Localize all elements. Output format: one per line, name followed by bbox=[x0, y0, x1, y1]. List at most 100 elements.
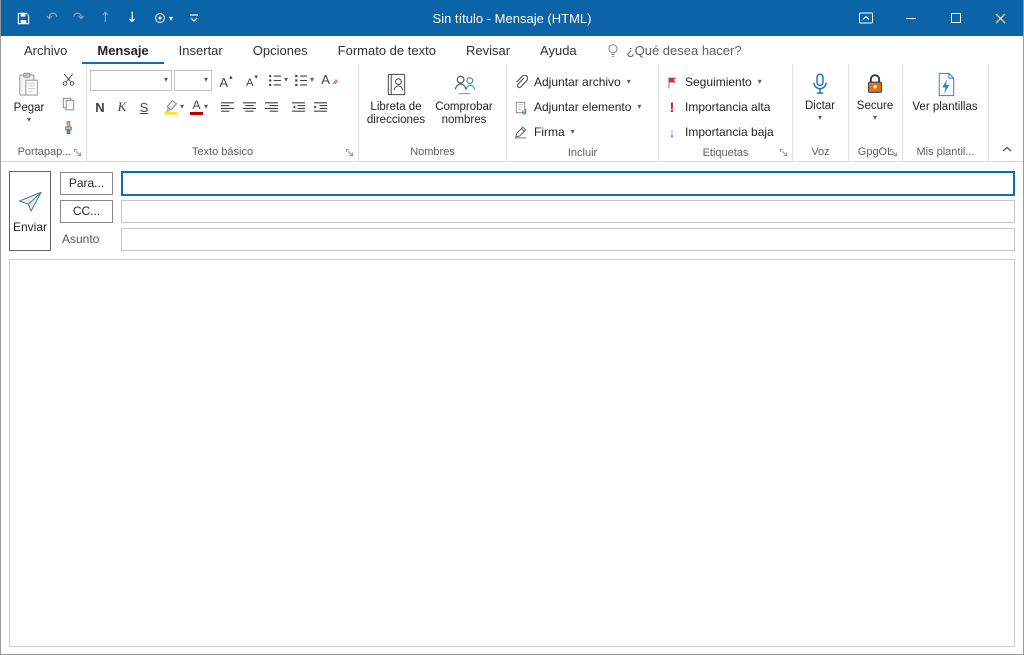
clear-formatting-icon: A bbox=[321, 72, 330, 87]
address-fields: Para... CC... Asunto bbox=[60, 170, 1015, 251]
dropdown-caret: ▾ bbox=[757, 77, 762, 86]
clear-formatting-button[interactable]: A bbox=[318, 69, 342, 91]
highlight-color-button[interactable]: ▾ bbox=[161, 96, 186, 118]
template-bolt-icon bbox=[932, 71, 959, 98]
send-button[interactable]: Enviar bbox=[9, 171, 51, 251]
customize-toolbar-icon[interactable] bbox=[188, 6, 200, 30]
dropdown-caret: ▾ bbox=[204, 102, 209, 111]
attach-file-button[interactable]: Adjuntar archivo ▾ bbox=[510, 70, 644, 94]
dropdown-caret: ▾ bbox=[817, 113, 822, 122]
ribbon-group-clipboard: Pegar ▾ Portapap... bbox=[3, 64, 87, 161]
cut-button[interactable] bbox=[56, 68, 80, 90]
to-field[interactable] bbox=[121, 170, 1015, 196]
shrink-font-button[interactable]: A ▾ bbox=[240, 69, 264, 91]
paperclip-icon bbox=[513, 74, 528, 90]
underline-button[interactable]: S bbox=[134, 96, 154, 118]
align-center-button[interactable] bbox=[239, 96, 259, 118]
attach-item-button[interactable]: Adjuntar elemento ▾ bbox=[510, 95, 644, 119]
address-book-button[interactable]: Libreta de direcciones bbox=[362, 66, 430, 142]
maximize-button[interactable] bbox=[933, 0, 978, 36]
message-body[interactable] bbox=[9, 259, 1015, 647]
ribbon-display-options-icon[interactable] bbox=[843, 0, 888, 36]
grow-font-button[interactable]: A ▴ bbox=[214, 69, 238, 91]
dictate-button[interactable]: Dictar ▾ bbox=[796, 66, 844, 142]
highlight-icon bbox=[164, 100, 178, 115]
tell-me-box[interactable]: ¿Qué desea hacer? bbox=[606, 36, 742, 64]
tab-formato-de-texto[interactable]: Formato de texto bbox=[323, 36, 451, 64]
secure-label: Secure bbox=[856, 100, 894, 112]
dropdown-caret: ▾ bbox=[163, 75, 168, 84]
font-color-icon: A bbox=[190, 99, 204, 115]
dialog-launcher-icon[interactable] bbox=[779, 148, 788, 157]
tab-opciones[interactable]: Opciones bbox=[238, 36, 323, 64]
dropdown-caret: ▾ bbox=[570, 127, 575, 136]
lock-icon bbox=[862, 71, 888, 97]
ribbon-tail bbox=[989, 64, 1023, 161]
tab-revisar[interactable]: Revisar bbox=[451, 36, 525, 64]
align-left-button[interactable] bbox=[217, 96, 237, 118]
ribbon-group-gpgol: Secure ▾ GpgOL bbox=[849, 64, 903, 161]
ribbon-group-templates: Ver plantillas Mis plantil... bbox=[903, 64, 989, 161]
quick-access-toolbar: ↶ ↷ ↑ ↓ ▾ bbox=[1, 6, 200, 30]
signature-button[interactable]: Firma ▾ bbox=[510, 120, 644, 144]
format-painter-button[interactable] bbox=[56, 116, 80, 138]
low-importance-icon: ↓ bbox=[668, 124, 676, 140]
check-names-button[interactable]: Comprobar nombres bbox=[430, 66, 498, 142]
compose-header: Enviar Para... CC... Asunto bbox=[1, 162, 1023, 255]
tab-archivo[interactable]: Archivo bbox=[9, 36, 82, 64]
move-up-icon[interactable]: ↑ bbox=[99, 6, 111, 30]
shrink-font-icon: A bbox=[246, 76, 254, 89]
font-color-button[interactable]: A ▾ bbox=[188, 96, 210, 118]
group-label-tags: Etiquetas bbox=[702, 146, 749, 159]
tab-insertar[interactable]: Insertar bbox=[164, 36, 238, 64]
decrease-indent-button[interactable] bbox=[288, 96, 308, 118]
ribbon-group-voice: Dictar ▾ Voz bbox=[793, 64, 849, 161]
move-down-icon[interactable]: ↓ bbox=[126, 6, 138, 30]
dropdown-caret: ▾ bbox=[284, 75, 289, 84]
font-name-combobox[interactable]: ▾ bbox=[90, 69, 172, 91]
attach-item-label: Adjuntar elemento bbox=[534, 100, 632, 114]
touch-mode-icon[interactable]: ▾ bbox=[153, 6, 173, 30]
save-icon[interactable] bbox=[16, 6, 31, 30]
dialog-launcher-icon[interactable] bbox=[345, 148, 354, 157]
group-label-names: Nombres bbox=[410, 146, 455, 158]
dialog-launcher-icon[interactable] bbox=[73, 148, 82, 157]
increase-indent-button[interactable] bbox=[310, 96, 330, 118]
tab-ayuda[interactable]: Ayuda bbox=[525, 36, 592, 64]
bullets-button[interactable]: ▾ bbox=[266, 69, 290, 91]
cc-button[interactable]: CC... bbox=[60, 199, 113, 223]
send-plane-icon bbox=[17, 188, 44, 215]
numbering-button[interactable]: ▾ bbox=[292, 69, 316, 91]
close-button[interactable] bbox=[978, 0, 1023, 36]
font-size-combobox[interactable]: ▾ bbox=[174, 69, 212, 91]
dropdown-caret: ▾ bbox=[203, 75, 208, 84]
tab-mensaje[interactable]: Mensaje bbox=[82, 36, 163, 64]
paste-button[interactable]: Pegar ▾ bbox=[6, 66, 52, 142]
tell-me-label: ¿Qué desea hacer? bbox=[626, 42, 742, 58]
copy-button[interactable] bbox=[56, 92, 80, 114]
check-names-label: Comprobar nombres bbox=[435, 101, 493, 126]
secure-button[interactable]: Secure ▾ bbox=[852, 66, 898, 142]
bold-button[interactable]: N bbox=[90, 96, 110, 118]
align-right-button[interactable] bbox=[261, 96, 281, 118]
high-importance-button[interactable]: ! Importancia alta bbox=[662, 95, 777, 119]
ribbon-group-include: Adjuntar archivo ▾ Adjuntar elemento ▾ F… bbox=[507, 64, 659, 161]
signature-icon bbox=[513, 125, 528, 140]
attach-file-label: Adjuntar archivo bbox=[534, 75, 621, 89]
view-templates-button[interactable]: Ver plantillas bbox=[906, 66, 984, 142]
to-button[interactable]: Para... bbox=[60, 171, 113, 195]
dropdown-caret: ▾ bbox=[872, 113, 877, 122]
paste-label: Pegar bbox=[13, 102, 45, 114]
dialog-launcher-icon[interactable] bbox=[889, 148, 898, 157]
low-importance-button[interactable]: ↓ Importancia baja bbox=[662, 120, 777, 144]
cc-field[interactable] bbox=[121, 199, 1015, 223]
dictate-label: Dictar bbox=[804, 100, 836, 112]
minimize-button[interactable] bbox=[888, 0, 933, 36]
italic-button[interactable]: K bbox=[112, 96, 132, 118]
collapse-ribbon-icon[interactable] bbox=[1001, 145, 1013, 153]
undo-icon[interactable]: ↶ bbox=[46, 6, 58, 30]
follow-up-button[interactable]: Seguimiento ▾ bbox=[662, 70, 777, 94]
subject-field[interactable] bbox=[121, 227, 1015, 251]
redo-icon[interactable]: ↷ bbox=[73, 6, 85, 30]
bullets-icon bbox=[269, 74, 282, 86]
